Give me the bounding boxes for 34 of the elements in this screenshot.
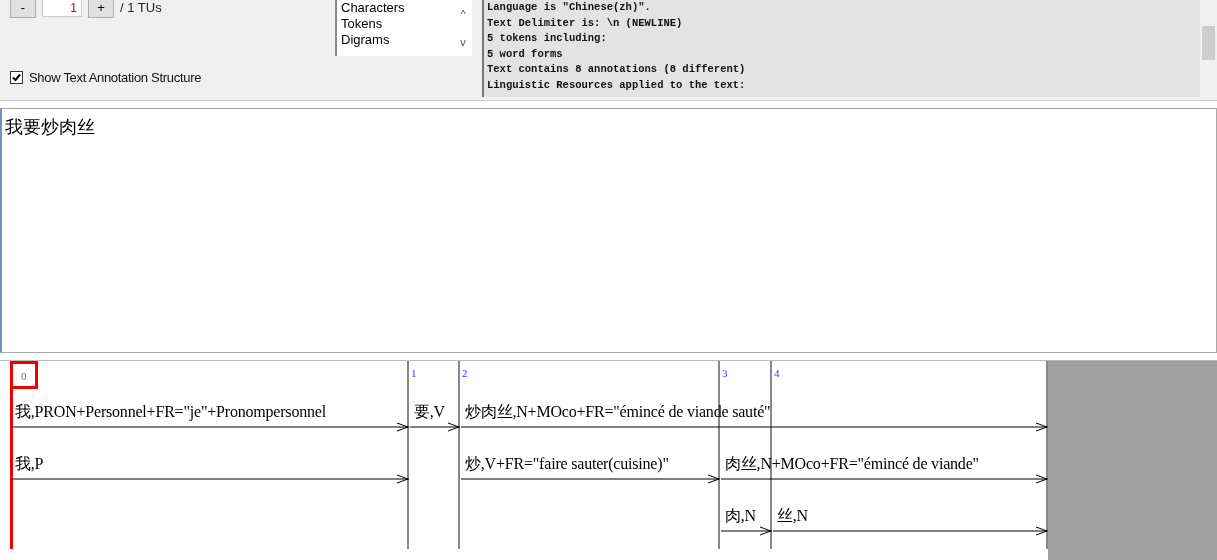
info-line: Text Delimiter is: \n (NEWLINE) (487, 15, 684, 31)
annotation-label[interactable]: 炒,V+FR="faire sauter(cuisine)" (461, 454, 669, 474)
info-line: 5 word forms (487, 46, 564, 62)
text-content: 我要炒肉丝 (5, 116, 95, 137)
info-line: Text contains 8 annotations (8 different) (487, 62, 747, 77)
list-item[interactable]: Digrams (341, 32, 454, 48)
annotation-label[interactable]: 肉丝,N+MOco+FR="émincé de viande" (721, 454, 979, 474)
node-number[interactable]: 1 (411, 367, 417, 379)
previous-button[interactable]: - (10, 0, 36, 18)
annotation-label[interactable]: 丝,N (773, 506, 808, 526)
text-area[interactable]: 我要炒肉丝 (0, 108, 1217, 353)
view-list[interactable]: Characters Tokens Digrams ^ v (335, 0, 472, 56)
tu-number-field[interactable]: 1 (42, 0, 82, 17)
info-line: 5 tokens including: (487, 31, 608, 46)
next-button[interactable]: + (88, 0, 114, 18)
scrollbar[interactable] (1200, 0, 1217, 97)
scroll-up-arrow[interactable]: ^ (460, 8, 466, 20)
list-item[interactable]: Tokens (341, 16, 454, 32)
tu-count: / 1 TUs (120, 0, 162, 15)
list-item[interactable]: Characters (341, 0, 454, 16)
node-number[interactable]: 3 (722, 367, 728, 379)
checkbox[interactable] (10, 71, 23, 84)
annotation-label[interactable]: 肉,N (721, 506, 756, 526)
annotation-label[interactable]: 要,V (410, 402, 445, 422)
annotation-label[interactable]: 我,P (11, 454, 44, 474)
info-line: Language is "Chinese(zh)". (487, 0, 652, 15)
info-line: Linguistic Resources applied to the text: (487, 77, 747, 93)
node-number[interactable]: 0 (10, 361, 38, 389)
annotation-label[interactable]: 炒肉丝,N+MOco+FR="émincé de viande sauté" (461, 402, 771, 422)
annotation-label[interactable]: 我,PRON+Personnel+FR="je"+Pronompersonnel (11, 402, 326, 422)
checkbox-label: Show Text Annotation Structure (29, 70, 202, 85)
node-number[interactable]: 4 (774, 367, 780, 379)
scroll-down-arrow[interactable]: v (460, 36, 466, 48)
node-number[interactable]: 2 (462, 367, 468, 379)
